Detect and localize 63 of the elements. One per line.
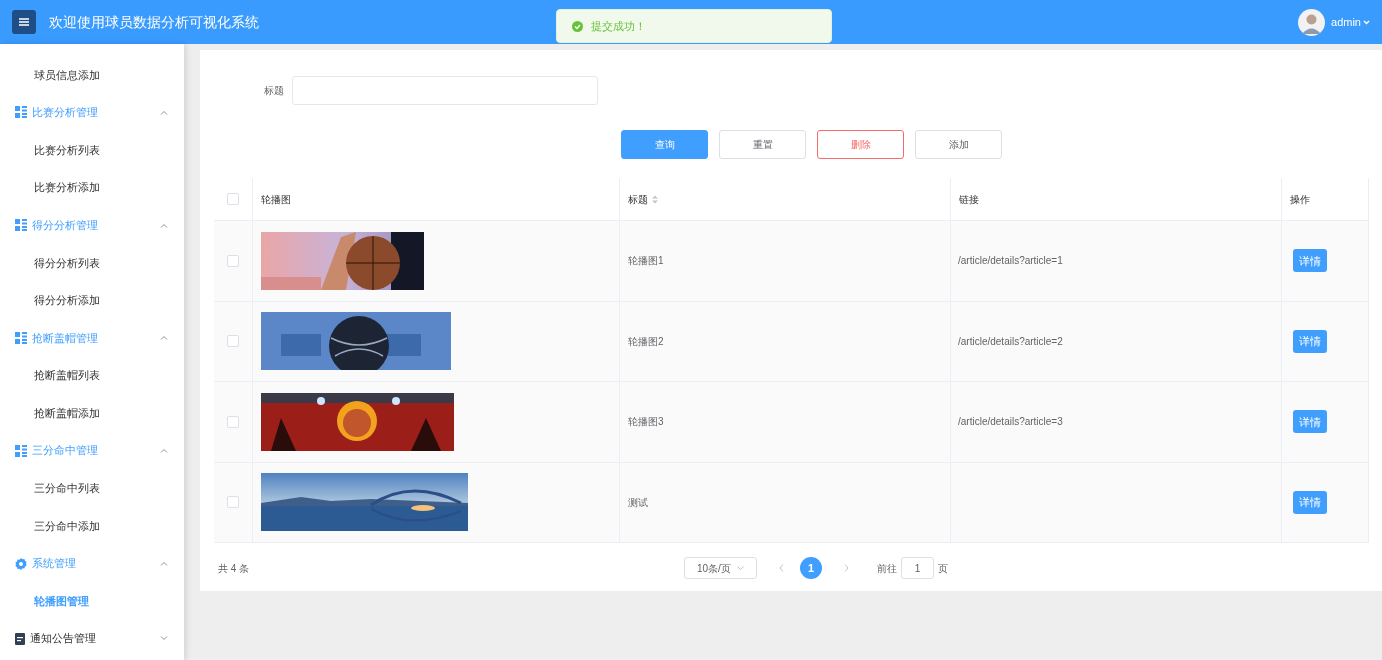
- app-title: 欢迎使用球员数据分析可视化系统: [49, 12, 259, 32]
- sidebar-item[interactable]: 得分分析添加: [34, 292, 100, 309]
- chevron-up-icon: [160, 561, 168, 566]
- chevron-down-icon: [737, 566, 744, 570]
- sidebar-item[interactable]: 三分命中列表: [34, 480, 100, 497]
- chevron-up-icon: [160, 448, 168, 454]
- column-header: 轮播图: [261, 192, 291, 207]
- menu-button[interactable]: [12, 10, 36, 34]
- title-input[interactable]: [292, 76, 598, 105]
- sidebar-item[interactable]: 得分分析列表: [34, 254, 100, 271]
- sidebar-item[interactable]: 抢断盖帽添加: [34, 404, 100, 422]
- page-size-select[interactable]: 10条/页: [684, 557, 757, 579]
- toast-message: 提交成功！: [591, 18, 646, 34]
- sidebar-item[interactable]: 抢断盖帽列表: [34, 367, 100, 384]
- table-row[interactable]: 轮播图2 /article/details?article=2 详情: [214, 301, 1369, 382]
- checkbox[interactable]: [227, 335, 239, 348]
- goto-label: 前往: [877, 561, 897, 576]
- grid-icon: [15, 331, 27, 344]
- sidebar-group[interactable]: 通知公告管理: [0, 619, 184, 658]
- page-input[interactable]: 1: [901, 557, 934, 579]
- grid-icon: [15, 219, 27, 232]
- table-row[interactable]: 轮播图3 /article/details?article=3 详情: [214, 382, 1369, 463]
- table-cell-text: 轮播图3: [628, 415, 664, 430]
- chevron-up-icon: [160, 222, 168, 228]
- sidebar-item[interactable]: 三分命中添加: [34, 517, 100, 535]
- next-page-icon[interactable]: [844, 564, 849, 572]
- avatar[interactable]: [1298, 8, 1326, 36]
- table-cell-text: 测试: [628, 495, 648, 510]
- action-button[interactable]: 重置: [719, 130, 806, 159]
- sidebar-item[interactable]: 比赛分析添加: [34, 179, 100, 196]
- table-row[interactable]: 轮播图1 /article/details?article=1 详情: [214, 221, 1369, 302]
- checkbox[interactable]: [227, 496, 239, 509]
- checkbox[interactable]: [227, 254, 239, 267]
- table-row[interactable]: 测试 详情: [214, 462, 1369, 543]
- action-button[interactable]: 添加: [915, 130, 1002, 159]
- menu-icon: [19, 18, 29, 26]
- table-cell-text: /article/details?article=3: [958, 415, 1063, 430]
- sort-icon[interactable]: [652, 194, 658, 204]
- grid-icon: [15, 444, 27, 457]
- column-header: 操作: [1290, 192, 1310, 207]
- column-header: 链接: [959, 192, 979, 207]
- table-cell-text: 轮播图1: [628, 254, 664, 269]
- table-cell-text: 轮播图2: [628, 334, 664, 349]
- document-icon: [15, 632, 25, 645]
- chevron-up-icon: [160, 109, 168, 115]
- total-count: 共 4 条: [217, 561, 251, 576]
- page-suffix: 页: [938, 561, 948, 576]
- grid-icon: [15, 106, 27, 119]
- check-circle-icon: [572, 20, 583, 32]
- checkbox[interactable]: [227, 415, 239, 428]
- field-label: 标题: [264, 84, 284, 98]
- table-cell-text: /article/details?article=1: [958, 254, 1063, 269]
- column-header: 标题: [628, 192, 648, 207]
- previous-page-icon[interactable]: [779, 564, 784, 572]
- sidebar-item[interactable]: 球员信息添加: [34, 66, 100, 84]
- table-cell-text: /article/details?article=2: [958, 334, 1063, 349]
- chevron-up-icon: [160, 335, 168, 341]
- sidebar-item[interactable]: 比赛分析列表: [34, 141, 100, 159]
- header-cell[interactable]: 标题: [620, 178, 951, 220]
- caret-icon: [1363, 19, 1370, 25]
- checkbox[interactable]: [227, 193, 239, 205]
- settings-icon: [15, 557, 27, 570]
- chevron-down-icon: [160, 636, 168, 642]
